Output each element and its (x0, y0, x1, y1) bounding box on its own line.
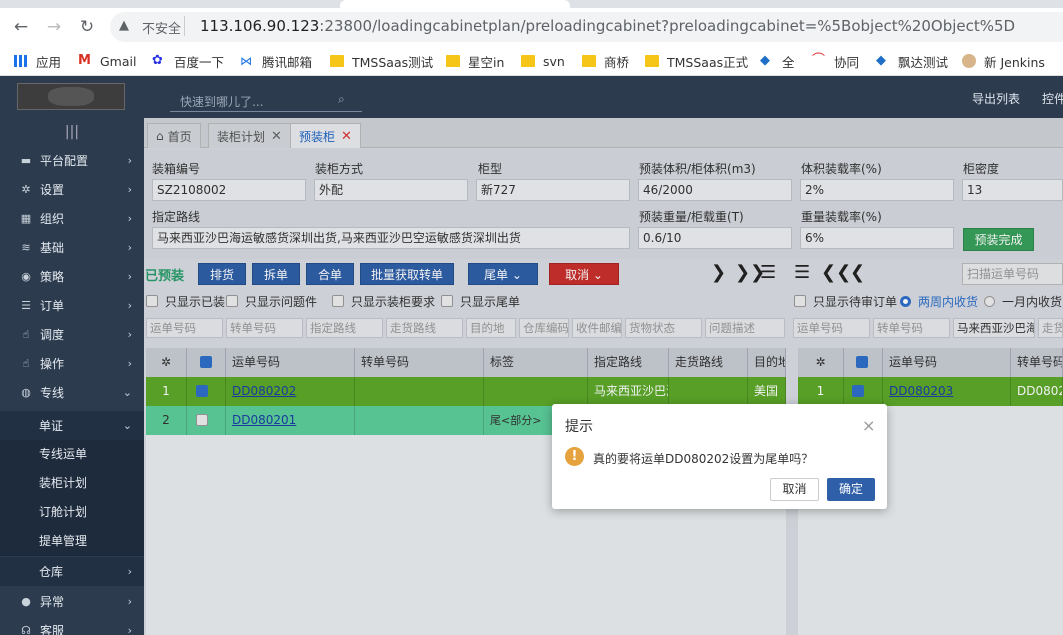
bookmark-tencent-mail[interactable]: ⋈ 腾讯邮箱 (240, 51, 312, 71)
diamond-logo-icon: ◆ (760, 53, 770, 68)
sidebar-item-operations[interactable]: ☝ 操作 › (0, 349, 144, 378)
gear-icon: ✲ (21, 182, 31, 196)
chevron-right-icon: › (127, 595, 132, 608)
sidebar-subitem-line-waybill[interactable]: 专线运单 (0, 440, 144, 469)
sidebar-item-warehouse[interactable]: 仓库 › (0, 557, 144, 586)
bookmark-apps[interactable]: 应用 (14, 51, 61, 71)
sidebar-item-dispatch[interactable]: ☝ 调度 › (0, 320, 144, 349)
bookmark-tmssaas-prod[interactable]: TMSSaas正式 (645, 51, 748, 71)
confirm-button[interactable]: 确定 (827, 478, 875, 501)
sidebar-item-exceptions[interactable]: ● 异常 › (0, 587, 144, 616)
bookmark-jenkins[interactable]: 新 Jenkins (962, 51, 1045, 71)
jenkins-icon (962, 54, 976, 68)
chevron-right-icon: › (127, 212, 132, 225)
chevron-right-icon: › (127, 565, 132, 578)
search-icon[interactable]: ⌕ (338, 92, 345, 107)
chevron-right-icon: › (127, 299, 132, 312)
org-chart-icon: ▦ (20, 211, 32, 225)
bookmark-svn[interactable]: svn (521, 51, 565, 71)
dialog-title: 提示 (565, 419, 593, 435)
xietong-logo-icon: ⌒ (812, 53, 826, 68)
bookmark-gmail[interactable]: M Gmail (78, 51, 136, 71)
chevron-right-icon: › (127, 183, 132, 196)
globe-icon: ◍ (21, 385, 31, 399)
company-logo (17, 83, 125, 110)
tencent-mail-icon: ⋈ (240, 54, 252, 68)
quick-search-placeholder: 快速到哪儿了... (180, 95, 264, 109)
export-list-link[interactable]: 导出列表 (972, 90, 1020, 107)
sidebar-item-dedicated-line[interactable]: ◍ 专线 ⌄ (0, 378, 144, 407)
chevron-right-icon: › (127, 270, 132, 283)
list-icon: ☰ (21, 298, 31, 312)
bookmark-tmssaas-test[interactable]: TMSSaas测试 (330, 51, 433, 71)
folder-icon (330, 55, 344, 67)
chevron-right-icon: › (127, 624, 132, 635)
bookmark-piaoda[interactable]: ◆ 飘达测试 (876, 51, 948, 71)
bookmark-shangqiao[interactable]: 商桥 (582, 51, 629, 71)
platform-icon: ▬ (20, 153, 32, 167)
folder-icon (521, 55, 535, 67)
app-header (0, 76, 1063, 118)
folder-icon (645, 55, 659, 67)
hand-pointer-icon: ☝ (22, 356, 30, 370)
insecure-label[interactable]: 不安全 (142, 18, 181, 37)
chevron-right-icon: › (127, 328, 132, 341)
gmail-icon: M (78, 53, 91, 68)
sidebar-collapse-toggle[interactable]: ||| (0, 118, 144, 146)
bookmark-baidu[interactable]: ✿ 百度一下 (152, 51, 224, 71)
headset-icon: ☊ (21, 623, 31, 635)
back-arrow-icon[interactable]: ← (10, 16, 32, 38)
baidu-paw-icon: ✿ (152, 53, 163, 68)
sidebar-subitem-booking-plan[interactable]: 订舱计划 (0, 498, 144, 527)
bookmark-xietong[interactable]: ⌒ 协同 (812, 51, 859, 71)
sidebar-item-settings[interactable]: ✲ 设置 › (0, 175, 144, 204)
compass-icon: ◉ (21, 269, 31, 283)
url-path: :23800/loadingcabinetplan/preloadingcabi… (319, 17, 1016, 35)
bookmark-xingkong[interactable]: 星空in (446, 51, 504, 71)
controls-link[interactable]: 控件 (1042, 90, 1063, 107)
sidebar-item-basic[interactable]: ≋ 基础 › (0, 233, 144, 262)
sidebar-item-documents[interactable]: 单证 ⌄ (0, 411, 144, 440)
warning-triangle-icon[interactable]: ▲ (119, 18, 129, 33)
apps-grid-icon (14, 55, 28, 67)
sidebar-item-customer-service[interactable]: ☊ 客服 › (0, 616, 144, 635)
sidebar-item-platform-config[interactable]: ▬ 平台配置 › (0, 146, 144, 175)
chevron-down-icon: ⌄ (122, 419, 132, 432)
folder-icon (446, 55, 460, 67)
url-host: 113.106.90.123 (200, 17, 320, 35)
layers-icon: ≋ (21, 240, 31, 254)
url-separator (184, 16, 185, 36)
chevron-right-icon: › (127, 154, 132, 167)
logo-mascot-icon (48, 87, 94, 106)
hand-pointer-icon: ☝ (22, 327, 30, 341)
close-icon[interactable]: × (862, 416, 875, 435)
browser-active-tab[interactable] (340, 0, 570, 8)
folder-icon (582, 55, 596, 67)
sidebar-item-orders[interactable]: ☰ 订单 › (0, 291, 144, 320)
reload-icon[interactable]: ↻ (76, 16, 98, 38)
chevron-down-icon: ⌄ (122, 386, 132, 399)
bookmark-quan[interactable]: ◆ 全 (760, 51, 795, 71)
dialog-message: 真的要将运单DD080202设置为尾单吗？ (593, 452, 814, 466)
forward-arrow-icon[interactable]: → (43, 16, 65, 38)
sidebar-item-strategy[interactable]: ◉ 策略 › (0, 262, 144, 291)
diamond-logo-icon: ◆ (876, 53, 886, 68)
sidebar-subitem-loading-plan[interactable]: 装柜计划 (0, 469, 144, 498)
sidebar-item-organization[interactable]: ▦ 组织 › (0, 204, 144, 233)
url-text[interactable]: 113.106.90.123:23800/loadingcabinetplan/… (200, 17, 1015, 35)
sidebar-subitem-bill-management[interactable]: 提单管理 (0, 527, 144, 556)
warning-icon: ! (565, 447, 584, 466)
cancel-button[interactable]: 取消 (770, 478, 819, 501)
chevron-right-icon: › (127, 241, 132, 254)
alert-circle-icon: ● (21, 594, 31, 608)
chevron-right-icon: › (127, 357, 132, 370)
modal-overlay (144, 118, 1063, 635)
